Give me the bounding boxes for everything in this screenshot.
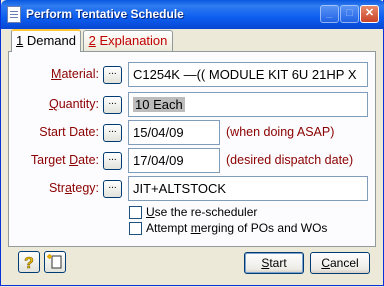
target-date-browse-button[interactable]: ... (103, 152, 122, 170)
tab-explanation-number: 2 (88, 33, 96, 48)
material-field[interactable]: C1254K —(( MODULE KIT 6U 21HP X (128, 62, 368, 87)
use-rescheduler-label: Use the re-scheduler (146, 205, 258, 219)
tab-demand[interactable]: 1 Demand (11, 29, 81, 52)
document-icon (7, 6, 21, 23)
material-label: Material: (51, 67, 99, 81)
target-date-hint: (desired dispatch date) (226, 153, 354, 167)
close-button[interactable]: ✕ (360, 5, 379, 23)
dialog-window: Perform Tentative Schedule _ □ ✕ 1 Deman… (0, 0, 384, 286)
new-document-icon (47, 254, 62, 269)
target-date-label: Target Date: (30, 153, 99, 167)
start-date-label: Start Date: (39, 125, 99, 139)
tab-demand-label: Demand (23, 33, 76, 48)
tab-explanation[interactable]: 2 Explanation (83, 30, 173, 51)
target-date-field[interactable]: 17/04/09 (128, 148, 220, 173)
new-document-button[interactable] (44, 251, 66, 273)
start-date-field[interactable]: 15/04/09 (128, 120, 220, 145)
svg-text:?: ? (24, 255, 34, 272)
window-title: Perform Tentative Schedule (26, 7, 184, 21)
quantity-field[interactable]: 10 Each (128, 92, 368, 117)
help-button[interactable]: ? (18, 251, 40, 273)
strategy-label: Strategy: (48, 181, 99, 195)
start-date-browse-button[interactable]: ... (103, 124, 122, 142)
cancel-button[interactable]: Cancel (310, 252, 370, 274)
material-browse-button[interactable]: ... (103, 66, 122, 84)
title-bar[interactable]: Perform Tentative Schedule _ □ ✕ (1, 0, 384, 29)
attempt-merging-checkbox[interactable] (129, 222, 142, 235)
strategy-field[interactable]: JIT+ALTSTOCK (128, 176, 368, 201)
quantity-label: Quantity: (48, 97, 99, 111)
attempt-merging-label: Attempt merging of POs and WOs (146, 221, 328, 235)
use-rescheduler-checkbox[interactable] (129, 206, 142, 219)
demand-panel: Material: ... C1254K —(( MODULE KIT 6U 2… (8, 51, 376, 247)
question-help-icon: ? (24, 255, 34, 273)
strategy-browse-button[interactable]: ... (103, 180, 122, 198)
start-date-hint: (when doing ASAP) (226, 125, 335, 139)
quantity-browse-button[interactable]: ... (103, 96, 122, 114)
minimize-button[interactable]: _ (320, 5, 339, 23)
tab-explanation-label: Explanation (95, 33, 168, 48)
quantity-value: 10 Each (133, 97, 185, 112)
start-button[interactable]: Start (244, 252, 304, 274)
maximize-button[interactable]: □ (340, 5, 359, 23)
